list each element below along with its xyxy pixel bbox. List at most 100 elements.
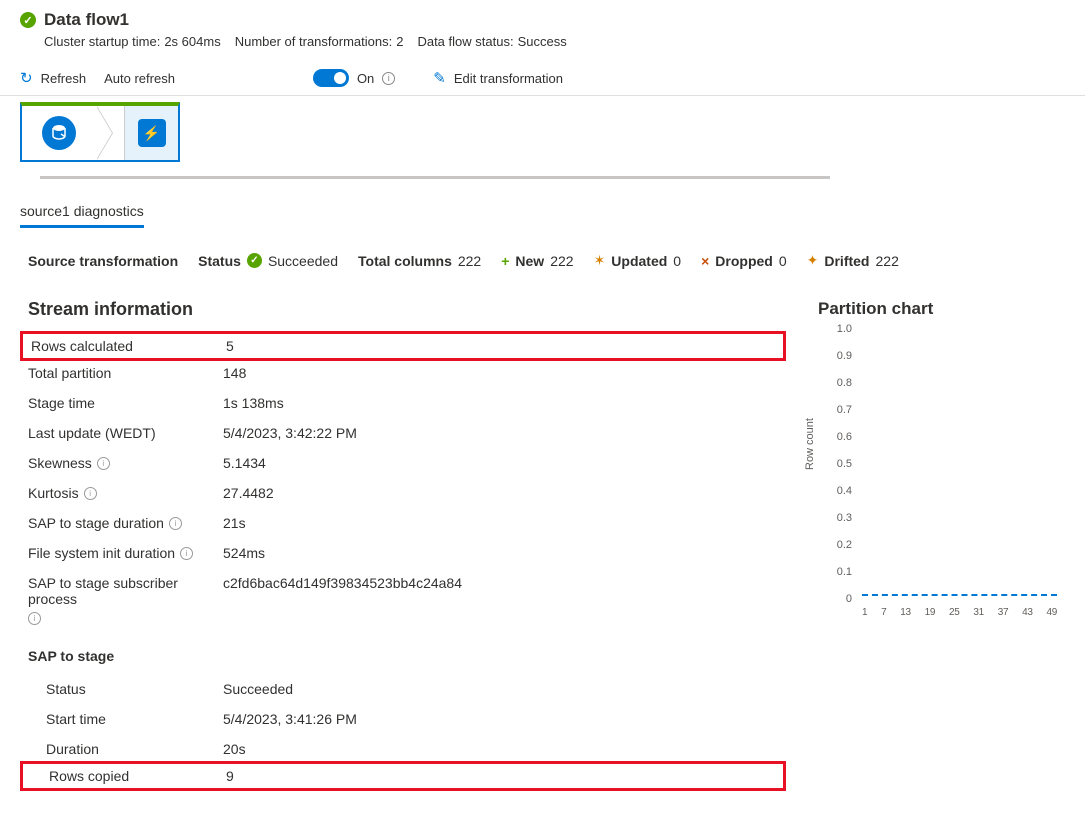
page-title: Data flow1 [44, 10, 129, 30]
new-value: 222 [550, 253, 573, 269]
chart-x-tick: 31 [973, 607, 984, 618]
updated-label: Updated [611, 253, 667, 269]
edit-transformation-button[interactable]: ✎ Edit transformation [433, 69, 563, 87]
info-icon[interactable]: i [28, 612, 41, 625]
sap-stage-duration-value: 21s [223, 515, 778, 531]
chart-x-tick: 37 [998, 607, 1009, 618]
chart-x-tick: 7 [881, 607, 886, 618]
refresh-icon: ↻ [20, 69, 33, 87]
chart-y-tick: 0.9 [837, 350, 852, 362]
info-icon[interactable]: i [97, 457, 110, 470]
success-check-icon: ✓ [20, 12, 36, 28]
sap-stage-duration-label: SAP to stage duration [28, 515, 164, 531]
drifted-icon: ✦ [807, 252, 819, 269]
info-icon[interactable]: i [180, 547, 193, 560]
rows-copied-row: Rows copied 9 [20, 761, 786, 791]
chart-x-tick: 25 [949, 607, 960, 618]
skewness-value: 5.1434 [223, 455, 778, 471]
partition-chart: Row count 1.00.90.80.70.60.50.40.30.20.1… [818, 329, 1058, 619]
fs-init-value: 524ms [223, 545, 778, 561]
chart-x-tick: 19 [925, 607, 936, 618]
sub-start-label: Start time [46, 711, 106, 727]
updated-icon: ✶ [594, 252, 606, 269]
info-icon[interactable]: i [169, 517, 182, 530]
chart-x-tick: 1 [862, 607, 867, 618]
sub-status-label: Status [46, 681, 86, 697]
total-columns-label: Total columns [358, 253, 452, 269]
source-transformation-label: Source transformation [28, 253, 178, 269]
database-icon [42, 116, 76, 150]
updated-value: 0 [673, 253, 681, 269]
auto-refresh-label: Auto refresh [104, 71, 175, 86]
chart-x-tick: 13 [900, 607, 911, 618]
dropped-value: 0 [779, 253, 787, 269]
chart-y-tick: 0.3 [837, 512, 852, 524]
chart-x-tick: 43 [1022, 607, 1033, 618]
fs-init-label: File system init duration [28, 545, 175, 561]
cluster-startup-value: 2s 604ms [164, 34, 220, 49]
chart-y-tick: 0.2 [837, 539, 852, 551]
status-label: Status [198, 253, 241, 269]
kurtosis-value: 27.4482 [223, 485, 778, 501]
sub-duration-label: Duration [46, 741, 99, 757]
chart-y-tick: 1.0 [837, 323, 852, 335]
stage-time-value: 1s 138ms [223, 395, 778, 411]
stage-time-label: Stage time [28, 395, 95, 411]
dataflow-status-value: Success [518, 34, 567, 49]
chart-data-line [862, 594, 1057, 596]
drifted-label: Drifted [824, 253, 869, 269]
sub-status-value: Succeeded [223, 681, 778, 697]
plus-icon: + [501, 253, 509, 269]
refresh-button[interactable]: ↻ Refresh [20, 69, 86, 87]
stream-info-title: Stream information [28, 299, 778, 320]
lightning-icon: ⚡ [138, 119, 166, 147]
success-badge-icon: ✓ [247, 253, 262, 268]
horizontal-scrollbar[interactable] [40, 176, 830, 179]
rows-calculated-label: Rows calculated [31, 338, 133, 354]
flow-diagram: › ⚡ [0, 96, 1085, 189]
chart-y-tick: 0.6 [837, 431, 852, 443]
flow-source-node[interactable] [22, 106, 96, 160]
rows-copied-value: 9 [226, 768, 775, 784]
chart-y-tick: 0.4 [837, 485, 852, 497]
pencil-icon: ✎ [433, 69, 446, 87]
chart-y-tick: 0.1 [837, 566, 852, 578]
rows-copied-label: Rows copied [49, 768, 129, 784]
sap-subscriber-label: SAP to stage subscriber process [28, 575, 223, 607]
drifted-value: 222 [876, 253, 899, 269]
partition-chart-title: Partition chart [818, 299, 1058, 319]
chart-x-tick: 49 [1046, 607, 1057, 618]
tab-source1-diagnostics[interactable]: source1 diagnostics [20, 203, 144, 228]
dropped-label: Dropped [715, 253, 773, 269]
new-label: New [515, 253, 544, 269]
flow-sink-node[interactable]: ⚡ [124, 106, 178, 160]
kurtosis-label: Kurtosis [28, 485, 79, 501]
status-value: Succeeded [268, 253, 338, 269]
rows-calculated-value: 5 [226, 338, 775, 354]
total-partition-value: 148 [223, 365, 778, 381]
total-partition-label: Total partition [28, 365, 111, 381]
skewness-label: Skewness [28, 455, 92, 471]
total-columns-value: 222 [458, 253, 481, 269]
transformations-label: Number of transformations: [235, 34, 393, 49]
chart-y-tick: 0 [846, 593, 852, 605]
dropped-icon: × [701, 253, 709, 269]
sap-to-stage-title: SAP to stage [28, 648, 778, 664]
transformations-value: 2 [396, 34, 403, 49]
chart-y-label: Row count [804, 418, 816, 470]
info-icon[interactable]: i [84, 487, 97, 500]
last-update-value: 5/4/2023, 3:42:22 PM [223, 425, 778, 441]
refresh-label: Refresh [41, 71, 87, 86]
chart-y-tick: 0.7 [837, 404, 852, 416]
cluster-startup-label: Cluster startup time: [44, 34, 160, 49]
dataflow-status-label: Data flow status: [417, 34, 513, 49]
sap-subscriber-value: c2fd6bac64d149f39834523bb4c24a84 [223, 575, 778, 625]
auto-refresh-toggle[interactable] [313, 69, 349, 87]
edit-transformation-label: Edit transformation [454, 71, 563, 86]
sub-start-value: 5/4/2023, 3:41:26 PM [223, 711, 778, 727]
chart-y-tick: 0.5 [837, 458, 852, 470]
last-update-label: Last update (WEDT) [28, 425, 156, 441]
info-icon[interactable]: i [382, 72, 395, 85]
toggle-state-label: On [357, 71, 374, 86]
chart-y-tick: 0.8 [837, 377, 852, 389]
